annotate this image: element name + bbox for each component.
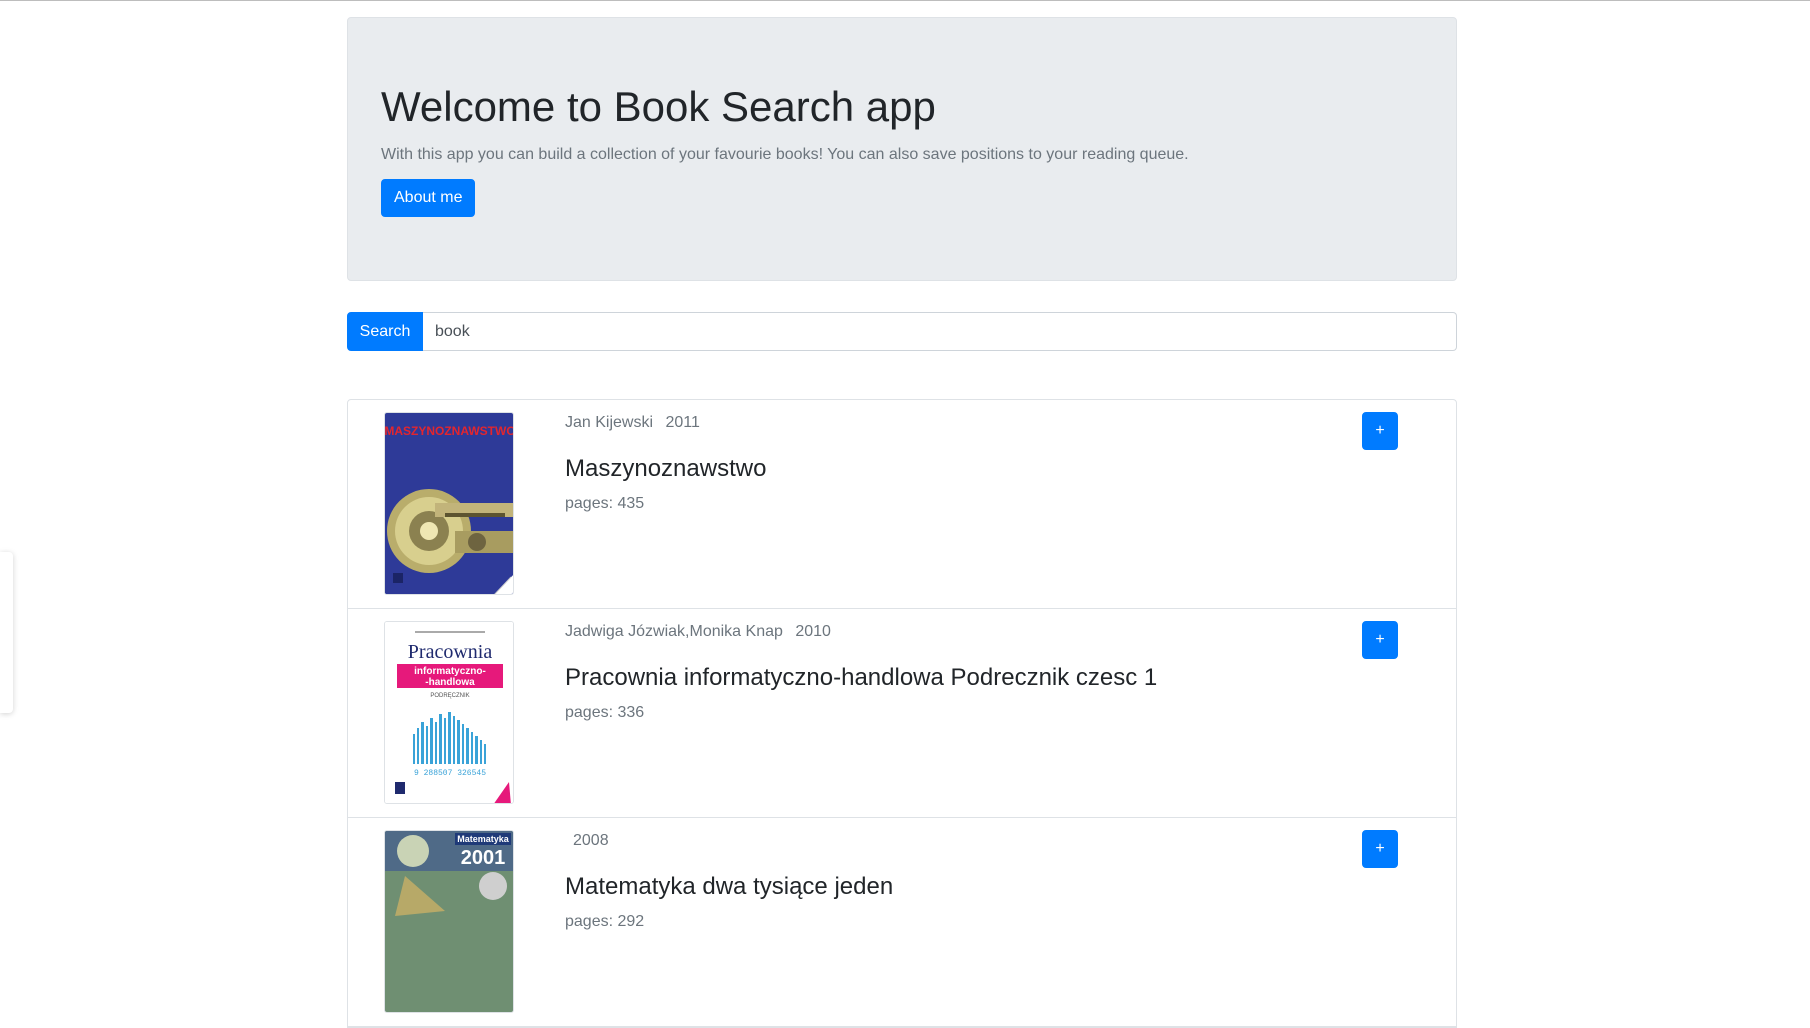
book-author: Jan Kijewski	[565, 414, 654, 431]
search-input[interactable]	[423, 312, 1457, 351]
book-list: MASZYNOZNAWSTWO Jan Kijewski 2011 Maszyn…	[347, 399, 1457, 1028]
book-title: Maszynoznawstwo	[565, 455, 767, 482]
page-title: Welcome to Book Search app	[381, 83, 936, 130]
cover-heading: Matematyka	[457, 834, 510, 844]
book-info: 2008 Matematyka dwa tysiące jeden pages:…	[565, 832, 1376, 931]
cover-band-line2: -handlowa	[425, 677, 475, 688]
book-item: Matematyka 2001 2008 Matematyka dwa tysi…	[348, 818, 1456, 1027]
intro-text: With this app you can build a collection…	[381, 146, 1189, 164]
book-author: Jadwiga Józwiak,Monika Knap	[565, 623, 783, 640]
book-title: Matematyka dwa tysiące jeden	[565, 873, 894, 900]
book-title: Pracownia informatyczno-handlowa Podrecz…	[565, 664, 1158, 691]
add-to-collection-button[interactable]: +	[1362, 621, 1398, 659]
add-to-collection-button[interactable]: +	[1362, 830, 1398, 868]
search-bar: Search	[347, 312, 1457, 351]
book-year: 2010	[795, 623, 831, 640]
book-info: Jan Kijewski 2011 Maszynoznawstwo pages:…	[565, 414, 1376, 513]
cover-barcode: 9 288507 326545	[414, 769, 486, 778]
add-to-collection-button[interactable]: +	[1362, 412, 1398, 450]
book-cover-image: Pracownia informatyczno- -handlowa PODRĘ…	[384, 621, 514, 804]
book-cover-image: MASZYNOZNAWSTWO	[384, 412, 514, 595]
book-info: Jadwiga Józwiak,Monika Knap 2010 Pracown…	[565, 623, 1376, 722]
side-panel-tab[interactable]	[0, 552, 13, 713]
welcome-jumbotron: Welcome to Book Search app With this app…	[347, 17, 1457, 281]
cover-subtitle: PODRĘCZNIK	[430, 693, 469, 699]
book-year: 2008	[573, 832, 609, 849]
about-me-button[interactable]: About me	[381, 179, 476, 218]
cover-number: 2001	[461, 847, 506, 869]
book-year: 2011	[665, 414, 700, 431]
book-meta: Jadwiga Józwiak,Monika Knap 2010	[565, 623, 1376, 643]
book-cover-image: Matematyka 2001	[384, 830, 514, 1013]
book-meta: Jan Kijewski 2011	[565, 414, 1376, 434]
cover-band-line1: informatyczno-	[414, 666, 486, 677]
cover-heading: MASZYNOZNAWSTWO	[385, 424, 514, 438]
book-item: MASZYNOZNAWSTWO Jan Kijewski 2011 Maszyn…	[348, 400, 1456, 609]
top-border	[0, 0, 1810, 1]
book-meta: 2008	[565, 832, 1376, 852]
book-item: Pracownia informatyczno- -handlowa PODRĘ…	[348, 609, 1456, 818]
search-button[interactable]: Search	[347, 312, 423, 351]
book-pages: pages: 435	[565, 495, 645, 512]
book-pages: pages: 292	[565, 913, 645, 930]
book-pages: pages: 336	[565, 704, 645, 721]
cover-heading: Pracownia	[408, 641, 493, 663]
